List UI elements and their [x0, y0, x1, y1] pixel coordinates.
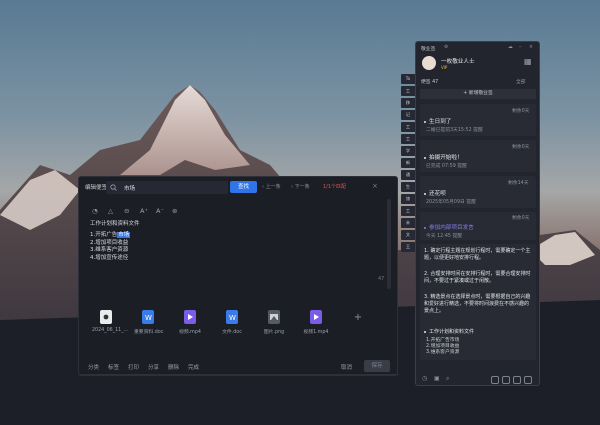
attachment-item[interactable]: 视频1.mp4 — [302, 310, 330, 335]
scrollbar[interactable] — [387, 199, 391, 289]
category-tab[interactable]: 王 — [401, 242, 415, 252]
panel-title: 敬业签 — [421, 47, 436, 52]
calendar-small-icon[interactable]: ▣ — [434, 375, 440, 382]
sort-dropdown[interactable]: 全部 — [516, 78, 526, 85]
note-card[interactable]: 剩余14天 还花呗 2025年05月09日 提醒 — [420, 176, 536, 208]
delete-button[interactable]: 删除 — [168, 363, 179, 371]
video-icon — [184, 310, 196, 324]
attachment-item[interactable]: 2024_06_11_... — [92, 310, 128, 333]
gear-icon[interactable]: ⚙ — [444, 45, 448, 50]
prev-label: 上一条 — [265, 184, 281, 190]
word-icon: W — [226, 310, 238, 324]
note-card[interactable]: 剩余0天 拍摄开始啦！ 已完成 07:59 提醒 — [420, 140, 536, 172]
editor-bottom-bar: 分类 标签 打印 分享 删除 完成 取消 保存 — [88, 360, 392, 373]
color-icon[interactable]: ⊛ — [172, 207, 177, 215]
attachment-item[interactable]: W 重要资料.doc — [134, 310, 163, 335]
search-icon[interactable]: ⌕ — [446, 375, 449, 383]
cloud-icon[interactable]: ☁ — [508, 45, 513, 50]
category-tab[interactable]: 新 — [401, 158, 415, 168]
close-icon[interactable]: × — [529, 45, 533, 50]
divider — [79, 374, 399, 375]
category-tab[interactable]: 工 — [401, 206, 415, 216]
tag-button[interactable]: 标签 — [108, 363, 119, 371]
add-icon[interactable] — [491, 376, 499, 384]
category-tab[interactable]: 生 — [401, 182, 415, 192]
font-decrease-icon[interactable]: A⁻ — [156, 207, 164, 215]
category-tab[interactable]: 学 — [401, 146, 415, 156]
search-highlight: 市场 — [117, 232, 131, 239]
video-icon — [310, 310, 322, 324]
vip-badge: VIP — [441, 65, 448, 70]
note-paragraph: 2. 合理安排时间在安排行程时，需要合理安排时间，不要过于紧凑或过于闲散。 — [424, 271, 531, 284]
content-line: 4.增加宣传途径 — [90, 254, 129, 261]
note-card-expanded[interactable]: 1. 确定行程主题在规划行程时，需要确定一个主题，以便更好地安排行程。 2. 合… — [420, 244, 536, 360]
note-content[interactable]: 工作计划和资料文件 1.开拓广告市场 2.增加项目收益 3.维系客户资源 4.增… — [90, 221, 140, 262]
svg-text:W: W — [229, 314, 236, 322]
group-label[interactable]: 便签 47 — [421, 78, 438, 85]
category-tab[interactable]: 未 — [401, 218, 415, 228]
print-button[interactable]: 打印 — [128, 363, 139, 371]
save-button[interactable]: 保存 — [364, 360, 390, 372]
record-icon — [100, 310, 112, 324]
new-note-button[interactable]: + 新增敬业签 — [420, 89, 536, 99]
match-count: 1/1个匹配 — [323, 184, 347, 190]
category-tab[interactable]: 工 — [401, 86, 415, 96]
note-paragraph: 3. 精选景点在选择景点时，需要根据自己的兴趣和爱好进行精选，不要将时间浪费在不… — [424, 294, 531, 314]
user-name: 一枚敬业人士 — [441, 59, 475, 65]
zoom-icon[interactable]: ⊖ — [124, 207, 129, 215]
attachment-item[interactable]: W 文件.doc — [218, 310, 246, 335]
done-button[interactable]: 完成 — [188, 363, 199, 371]
search-box — [106, 181, 228, 194]
attachments-row: 2024_06_11_... W 重要资料.doc 视频.mp4 W 文件.do… — [92, 310, 382, 342]
search-input[interactable] — [124, 183, 224, 192]
attachment-item[interactable]: 图片.png — [260, 310, 288, 335]
image-icon — [268, 310, 280, 324]
svg-text:W: W — [145, 314, 152, 322]
category-tab[interactable]: To — [401, 74, 415, 84]
grid-icon[interactable] — [524, 376, 532, 384]
attachment-item[interactable]: 视频.mp4 — [176, 310, 204, 335]
word-icon: W — [142, 310, 154, 324]
font-increase-icon[interactable]: A⁺ — [140, 207, 148, 215]
content-line: 1.开拓广告市场 — [90, 232, 131, 239]
find-button[interactable]: 查找 — [230, 181, 257, 193]
minimize-icon[interactable]: – — [519, 45, 521, 50]
content-line: 3.维系客户资源 — [90, 247, 129, 254]
pin-icon[interactable]: ◔ — [92, 207, 98, 215]
category-tab[interactable]: 通 — [401, 170, 415, 180]
note-paragraph: 1. 确定行程主题在规划行程时，需要确定一个主题，以便更好地安排行程。 — [424, 248, 531, 261]
char-count: 47 — [378, 276, 385, 282]
category-tab[interactable]: 文 — [401, 230, 415, 240]
category-tab[interactable]: 移 — [401, 98, 415, 108]
content-title: 工作计划和资料文件 — [90, 221, 140, 227]
next-label: 下一条 — [294, 184, 310, 190]
calendar-icon[interactable]: ▦ — [524, 57, 532, 66]
category-tab[interactable]: 工 — [401, 134, 415, 144]
share-button[interactable]: 分享 — [148, 363, 159, 371]
add-attachment-icon[interactable]: + — [344, 312, 372, 323]
category-tab[interactable]: 工 — [401, 122, 415, 132]
category-button[interactable]: 分类 — [88, 363, 99, 371]
image-icon[interactable] — [502, 376, 510, 384]
search-bar: 查找 ‹ 上一条 › 下一条 1/1个匹配 × — [102, 180, 394, 198]
warning-icon[interactable]: △ — [108, 207, 113, 215]
cancel-button[interactable]: 取消 — [341, 363, 352, 371]
note-card[interactable]: 剩余0天 生日到了 二婚已提前3天15:52 提醒 — [420, 104, 536, 136]
avatar[interactable] — [422, 56, 436, 70]
category-tab[interactable]: 记 — [401, 110, 415, 120]
category-tab-strip: To 工 移 记 工 工 学 新 通 生 旅 工 未 文 王 — [401, 74, 415, 256]
category-tab[interactable]: 旅 — [401, 194, 415, 204]
note-editor-window: 编辑便签 — [78, 176, 399, 376]
close-icon[interactable]: × — [372, 182, 378, 190]
prev-match-button[interactable]: ‹ 上一条 — [262, 183, 281, 190]
note-card[interactable]: 剩余0天 参加内部项目发言 今天 12:45 提醒 — [420, 212, 536, 240]
list-icon[interactable] — [513, 376, 521, 384]
clock-icon[interactable]: ◷ — [422, 375, 427, 382]
notes-panel: 敬业签 ⚙ ☁ – × 一枚敬业人士 VIP ▦ 便签 47 全部 + 新增敬业… — [415, 41, 540, 386]
search-icon — [110, 184, 117, 191]
next-match-button[interactable]: › 下一条 — [291, 183, 310, 190]
